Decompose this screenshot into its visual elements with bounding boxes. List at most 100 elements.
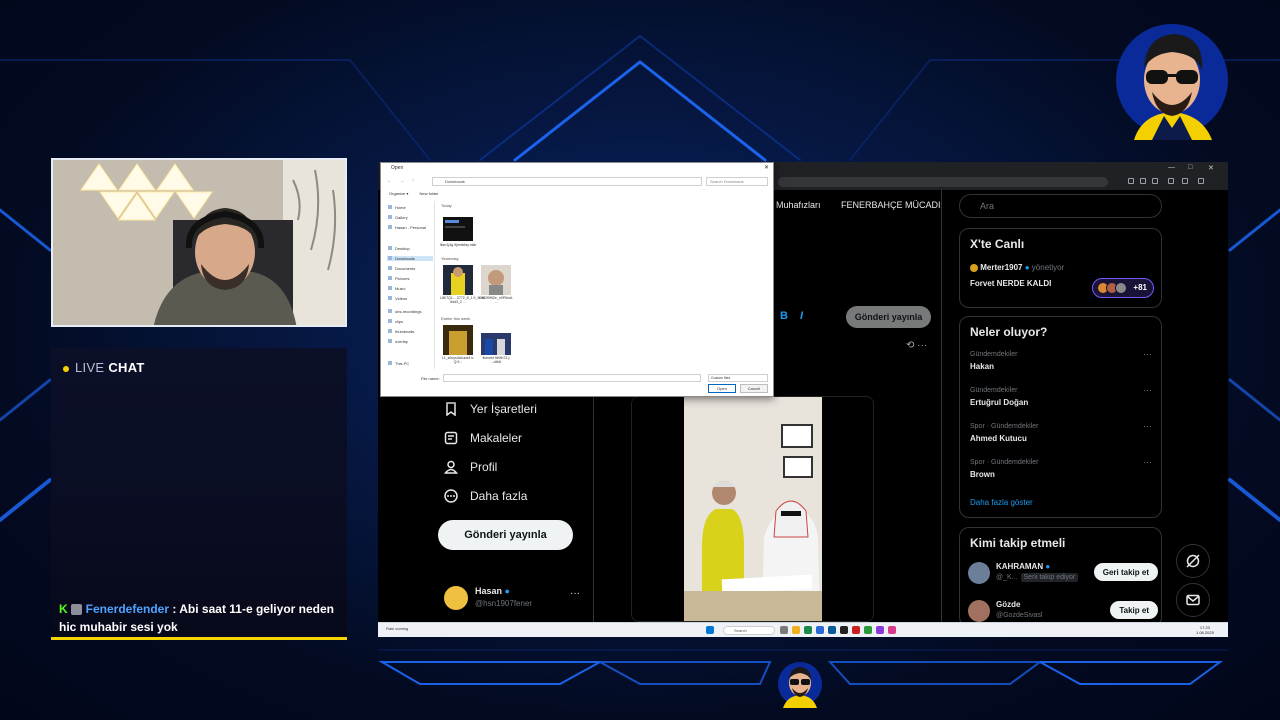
post-button[interactable]: Gönderi yayınla xyxy=(438,520,573,550)
app-icon[interactable] xyxy=(804,626,812,634)
extension-icon[interactable] xyxy=(1152,178,1158,184)
file-name[interactable]: L1_s0uys4a4uue4 k-Q.9... xyxy=(440,356,476,364)
follow-button[interactable]: Takip et xyxy=(1110,601,1158,619)
organize-button[interactable]: Organize ▾ xyxy=(389,191,408,196)
dialog-nav-arrows[interactable]: ← → ↑ xyxy=(387,178,417,184)
follow-suggestion[interactable]: KAHRAMAN ● @_K... Seni takip ediyor Geri … xyxy=(968,560,1158,590)
sidebar-item-videos[interactable]: Videos xyxy=(387,296,407,301)
sidebar-item-this-pc[interactable]: This PC xyxy=(387,361,409,366)
streamer-avatar-badge xyxy=(778,662,822,708)
sidebar-item-desktop[interactable]: Desktop xyxy=(388,246,410,251)
italic-icon[interactable]: I xyxy=(800,310,803,322)
sidebar-item-home[interactable]: Home xyxy=(388,205,406,210)
grok-fab[interactable] xyxy=(1176,544,1210,578)
file-type-select[interactable]: Custom files xyxy=(708,374,768,382)
nav-profile[interactable]: Profil xyxy=(444,460,497,474)
messages-fab[interactable] xyxy=(1176,583,1210,617)
trends-card: Neler oluyor? Gündemdekiler Hakan ··· Gü… xyxy=(959,316,1162,518)
dialog-sidebar: Home Gallery Hasan - Personal Desktop Do… xyxy=(385,201,435,369)
live-topic[interactable]: Forvet NERDE KALDI xyxy=(970,279,1051,288)
sidebar-item-gallery[interactable]: Gallery xyxy=(388,215,408,220)
dialog-title: Open xyxy=(391,165,404,171)
sidebar-item-folder[interactable]: thumbnails xyxy=(387,329,414,334)
search-input[interactable]: Ara xyxy=(959,194,1162,218)
grok-icon[interactable]: ⟲ xyxy=(906,340,914,351)
file-thumbnail[interactable] xyxy=(481,265,511,295)
download-icon[interactable] xyxy=(1168,178,1174,184)
post-media-video[interactable] xyxy=(631,396,874,622)
sidebar-item-music[interactable]: Music xyxy=(387,286,405,291)
trend-item[interactable]: Gündemdekiler Ertuğrul Doğan xyxy=(970,387,1028,407)
new-folder-button[interactable]: New folder xyxy=(419,191,438,196)
file-explorer-icon[interactable] xyxy=(792,626,800,634)
sidebar-item-folder[interactable]: obs-recordings xyxy=(387,309,421,314)
minimize-icon[interactable]: — xyxy=(1168,164,1175,171)
nav-more[interactable]: Daha fazla xyxy=(444,489,527,503)
live-host[interactable]: Merter1907 ● yönetiyor xyxy=(970,263,1064,272)
file-name[interactable]: L8K7Q1-...3772_8_1.9_9090 6dd3_2 ... xyxy=(440,296,485,304)
nav-bookmarks[interactable]: Yer İşaretleri xyxy=(444,402,537,416)
compose-post-button[interactable]: Gönderi yayınla xyxy=(846,306,931,328)
more-icon[interactable]: ··· xyxy=(1143,457,1152,467)
file-name[interactable]: lksrr1j4g.9jirmk6sy.mkb xyxy=(440,243,476,247)
tab-fenerbahce-mucadele[interactable]: FENERBAHÇE MÜCADI xyxy=(841,200,941,210)
browser-address-bar[interactable] xyxy=(778,177,1108,187)
task-view-icon[interactable] xyxy=(780,626,788,634)
file-name[interactable]: fiuhmkt.9k9th7Z-j ...d4t4l xyxy=(478,356,514,364)
live-listeners[interactable]: +81 xyxy=(1092,278,1154,298)
follows-you-badge: Seni takip ediyor xyxy=(1020,573,1079,582)
sidebar-item-folder[interactable]: clips xyxy=(387,319,403,324)
app-icon[interactable] xyxy=(888,626,896,634)
app-icon[interactable] xyxy=(840,626,848,634)
dialog-search-input[interactable]: Search Downloads xyxy=(706,177,768,186)
follow-back-button[interactable]: Geri takip et xyxy=(1093,563,1158,581)
file-name-input[interactable] xyxy=(443,374,701,382)
bookmark-icon xyxy=(446,402,456,416)
trend-item[interactable]: Spor · Gündemdekiler Ahmed Kutucu xyxy=(970,423,1038,443)
show-more-link[interactable]: Daha fazla göster xyxy=(970,498,1033,507)
profile-icon[interactable] xyxy=(1182,178,1188,184)
more-icon[interactable]: ··· xyxy=(917,340,927,351)
chat-username[interactable]: Fenerdefender xyxy=(86,602,169,616)
dialog-path[interactable]: Downloads xyxy=(432,177,702,186)
trend-item[interactable]: Gündemdekiler Hakan xyxy=(970,351,1017,371)
live-label: LIVE xyxy=(75,360,105,375)
close-icon[interactable]: ✕ xyxy=(764,164,769,171)
file-thumbnail[interactable] xyxy=(443,325,473,355)
more-icon[interactable]: ··· xyxy=(1143,385,1152,395)
account-switcher[interactable]: Hasan ● @hsn1907fener ··· xyxy=(444,584,584,614)
taskbar-search[interactable]: Search xyxy=(723,626,775,635)
sidebar-item-personal[interactable]: Hasan - Personal xyxy=(388,225,426,230)
file-name[interactable]: L4b2f9f9Ze_n9P6hdL ... xyxy=(478,296,514,304)
bold-icon[interactable]: B xyxy=(780,310,788,322)
sidebar-item-downloads[interactable]: Downloads xyxy=(387,256,433,261)
weather-widget[interactable]: Rain coming xyxy=(386,626,408,631)
app-icon[interactable] xyxy=(828,626,836,634)
file-thumbnail[interactable] xyxy=(443,265,473,295)
close-icon[interactable]: ✕ xyxy=(1208,164,1214,172)
extension-icon[interactable] xyxy=(1128,178,1134,184)
more-icon[interactable]: ··· xyxy=(1143,421,1152,431)
chrome-icon[interactable] xyxy=(864,626,872,634)
app-icon[interactable] xyxy=(876,626,884,634)
extension-icon[interactable] xyxy=(1140,178,1146,184)
sidebar-item-pictures[interactable]: Pictures xyxy=(387,276,409,281)
sidebar-item-folder[interactable]: overlay xyxy=(388,339,408,344)
more-icon[interactable]: ··· xyxy=(1143,349,1152,359)
trend-item[interactable]: Spor · Gündemdekiler Brown xyxy=(970,459,1038,479)
cancel-button[interactable]: Cancel xyxy=(740,384,768,393)
start-icon[interactable] xyxy=(706,626,714,634)
open-button[interactable]: Open xyxy=(708,384,736,393)
app-icon[interactable] xyxy=(852,626,860,634)
trend-context: Gündemdekiler xyxy=(970,351,1018,358)
nav-articles[interactable]: Makaleler xyxy=(444,431,522,445)
app-icon[interactable] xyxy=(816,626,824,634)
nav-label: Profil xyxy=(470,460,498,474)
file-group-header: Earlier this week xyxy=(441,316,471,321)
maximize-icon[interactable]: □ xyxy=(1188,164,1192,171)
taskbar-clock[interactable]: 17:23 1.06.2025 xyxy=(1196,625,1214,635)
nav-label: Yer İşaretleri xyxy=(470,402,537,416)
sidebar-item-documents[interactable]: Documents xyxy=(387,266,415,271)
more-icon[interactable]: ··· xyxy=(570,588,580,599)
menu-icon[interactable] xyxy=(1198,178,1204,184)
